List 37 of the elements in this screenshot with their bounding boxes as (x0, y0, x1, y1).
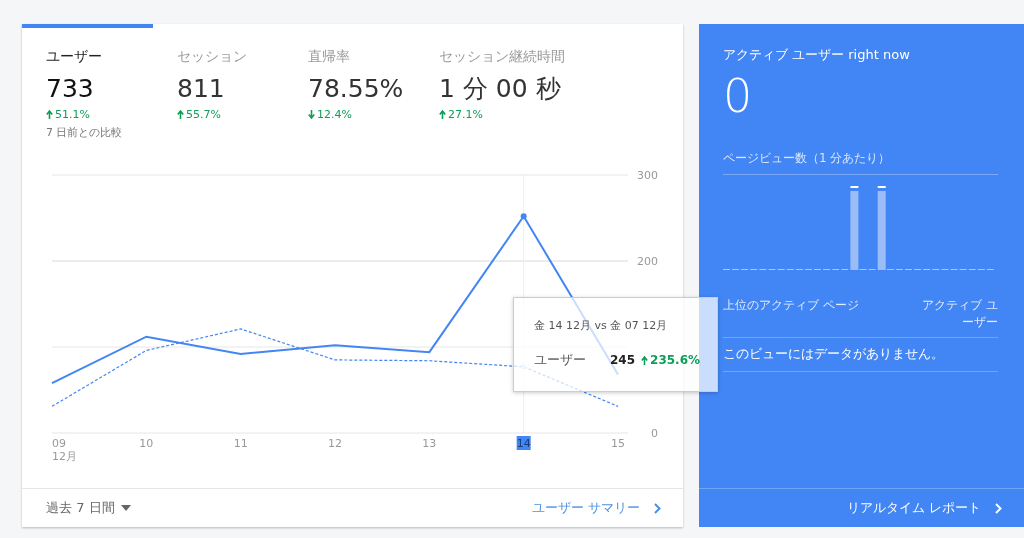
change-value: 12.4% (317, 108, 352, 121)
chevron-right-icon (995, 502, 1002, 514)
data-point (520, 213, 527, 220)
y-axis-label: 0 (651, 427, 658, 440)
x-axis-label: 14 (516, 436, 531, 450)
empty-message: このビューにはデータがありません。 (723, 338, 998, 372)
column-header: 上位のアクティブ ページ (723, 297, 859, 314)
metric-tab[interactable]: セッション継続時間 1 分 00 秒 27.1% (415, 24, 575, 150)
y-axis-label: 300 (637, 169, 658, 182)
change-value: 51.1% (55, 108, 90, 121)
x-axis-label: 09 (52, 437, 66, 450)
user-summary-link[interactable]: ユーザー サマリー (531, 499, 661, 517)
tooltip-title: 金 14 12月 vs 金 07 12月 (534, 318, 669, 333)
x-axis-label: 13 (422, 437, 437, 450)
chart-label: ページビュー数（1 分あたり） (723, 150, 998, 175)
metric-tab[interactable]: 直帰率 78.55% 12.4% (284, 24, 415, 150)
comparison-note: 7 日前との比較 (46, 125, 123, 140)
y-axis-label: 200 (637, 255, 658, 268)
active-user-count: 0 (723, 70, 754, 122)
panel-title: アクティブ ユーザー right now (723, 46, 911, 64)
x-axis-label: 10 (139, 437, 154, 450)
change-value: 235.6% (650, 353, 701, 367)
x-axis-label: 15 (611, 437, 625, 450)
date-range-dropdown[interactable]: 過去 7 日間 (46, 499, 131, 517)
change-value: 27.1% (448, 108, 483, 121)
realtime-report-link[interactable]: リアルタイム レポート (846, 499, 1002, 517)
metric-tab[interactable]: ユーザー 733 51.1% 7 日前との比較 (22, 24, 153, 150)
tooltip-label: ユーザー (534, 351, 587, 369)
chevron-right-icon (654, 502, 661, 514)
change-value: 55.7% (186, 108, 221, 121)
metric-tab[interactable]: セッション 811 55.7% (153, 24, 284, 150)
column-header: アクティブ ユーザー (921, 297, 998, 331)
tooltip-value: 245 (610, 353, 636, 367)
x-axis-label: 12 (328, 437, 342, 450)
caret-icon (120, 505, 131, 511)
x-axis-label: 11 (233, 437, 248, 450)
x-axis-title: 12月 (52, 450, 77, 463)
